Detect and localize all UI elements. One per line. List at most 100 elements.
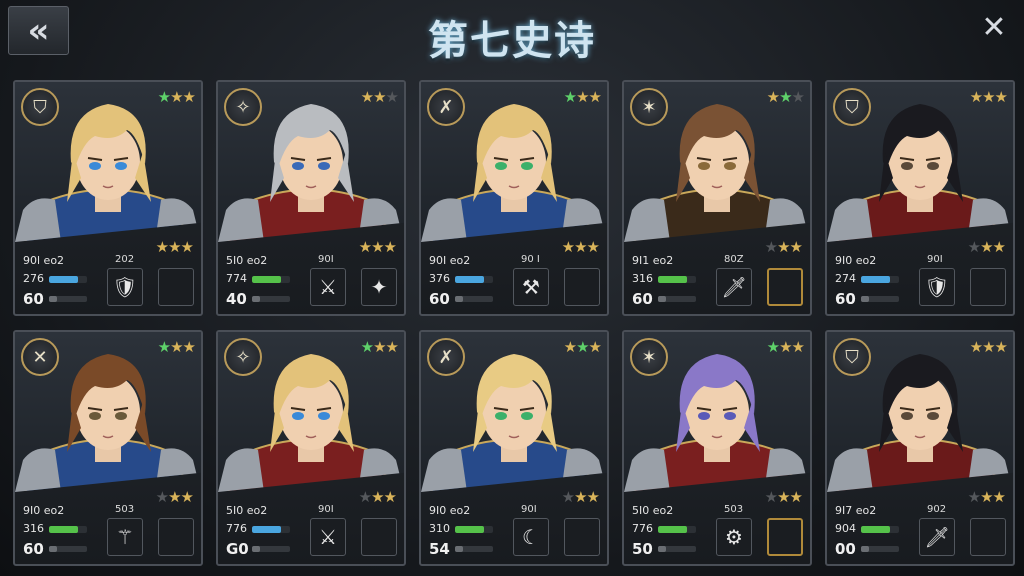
awaken-stars: ★★★ [155, 488, 194, 506]
rarity-stars: ★★★ [158, 338, 196, 356]
star-icon: ★ [155, 238, 169, 256]
equipment-slot[interactable]: ⚚ [107, 518, 143, 556]
hero-card[interactable]: ✗ ★★★ ★★★ 90I eo2 376 60 90 I ⚒ [419, 80, 609, 316]
star-icon: ★ [155, 488, 169, 506]
shield-icon: ⛉ [833, 338, 871, 376]
star-icon: ★ [373, 338, 386, 356]
star-icon: ★ [373, 88, 386, 106]
star-icon: ★ [170, 338, 183, 356]
awaken-stars: ★★★ [155, 238, 194, 256]
hero-card[interactable]: ✶ ★★★ ★★★ 9I1 eo2 316 60 80Z 🗡 [622, 80, 812, 316]
star-icon: ★ [764, 488, 778, 506]
hp-value: 776 [226, 522, 247, 535]
equipment-slot[interactable] [970, 268, 1006, 306]
hero-grid: ⛉ ★★★ ★★★ 90l eo2 276 60 202 🛡 ✧ ★★★ ★★★… [13, 80, 1015, 566]
item-label: 90 I [521, 254, 540, 265]
equipment-slot[interactable]: ✦ [361, 268, 397, 306]
equipment-slot[interactable] [970, 518, 1006, 556]
red-shield-icon: 🛡 [924, 275, 950, 299]
item-label: 90I [318, 504, 334, 515]
equipment-slot[interactable] [361, 518, 397, 556]
hero-card[interactable]: ⛉ ★★★ ★★★ 90l eo2 276 60 202 🛡 [13, 80, 203, 316]
rarity-stars: ★★★ [563, 88, 602, 106]
star-icon: ★ [157, 88, 171, 106]
star-icon: ★ [967, 238, 981, 256]
level-bar [252, 546, 290, 552]
equipment-slot[interactable]: 🗡 [919, 518, 955, 556]
star-icon: ★ [182, 88, 196, 106]
hero-card[interactable]: ✶ ★★★ ★★★ 5I0 eo2 776 50 503 ⚙ [622, 330, 812, 566]
level-bar [252, 296, 290, 302]
star-icon: ★ [180, 488, 194, 506]
hero-level: 60 [632, 290, 653, 308]
round-shield-icon: ⚙ [725, 525, 743, 549]
hp-value: 274 [835, 272, 856, 285]
equipment-slot[interactable]: 🗡 [716, 268, 752, 306]
equipment-slot[interactable]: ⚔ [310, 518, 346, 556]
awaken-stars: ★★★ [561, 238, 600, 256]
stat-label: 9I0 eo2 [429, 504, 471, 517]
rarity-stars: ★★★ [970, 88, 1008, 106]
equipment-slot[interactable]: 🛡 [919, 268, 955, 306]
close-button[interactable]: ✕ [978, 10, 1010, 46]
stat-label: 90I eo2 [429, 254, 471, 267]
hero-level: 60 [429, 290, 450, 308]
hero-card[interactable]: ✧ ★★★ ★★★ 5I0 eo2 774 40 90I ⚔ ✦ [216, 80, 406, 316]
equipment-slot[interactable]: 🛡 [107, 268, 143, 306]
star-icon: ★ [180, 238, 194, 256]
stat-label: 9I7 eo2 [835, 504, 877, 517]
equipment-slot[interactable] [158, 518, 194, 556]
crossed-swords-icon: ✗ [427, 88, 465, 126]
rarity-stars: ★★★ [767, 338, 805, 356]
star-icon: ★ [777, 488, 790, 506]
star-icon: ★ [383, 488, 397, 506]
star-icon: ★ [561, 238, 575, 256]
star-icon: ★ [791, 88, 805, 106]
star-icon: ★ [586, 238, 600, 256]
equipment-slot[interactable] [158, 268, 194, 306]
star-icon: ★ [563, 338, 577, 356]
equipment-slot[interactable] [564, 268, 600, 306]
star-icon: ★ [574, 238, 587, 256]
hero-level: 00 [835, 540, 856, 558]
hp-bar [455, 526, 493, 533]
equipment-slot[interactable]: ⚒ [513, 268, 549, 306]
hp-value: 904 [835, 522, 856, 535]
level-bar [455, 296, 493, 302]
hero-card[interactable]: ✕ ★★★ ★★★ 9I0 eo2 316 60 503 ⚚ [13, 330, 203, 566]
star-icon: ★ [766, 88, 780, 106]
close-icon: ✕ [981, 10, 1007, 45]
star-icon: ★ [588, 338, 602, 356]
hp-value: 376 [429, 272, 450, 285]
equipment-slot[interactable]: ⚔ [310, 268, 346, 306]
hero-card[interactable]: ⛉ ★★★ ★★★ 9I0 eo2 274 60 90I 🛡 [825, 80, 1015, 316]
hero-level: G0 [226, 540, 249, 558]
star-icon: ★ [994, 338, 1008, 356]
star-icon: ★ [982, 338, 995, 356]
hero-card[interactable]: ✗ ★★★ ★★★ 9I0 eo2 310 54 90I ☾ [419, 330, 609, 566]
hp-value: 316 [23, 522, 44, 535]
awaken-stars: ★★★ [359, 238, 397, 256]
equipment-slot[interactable] [767, 518, 803, 556]
star-icon: ★ [992, 488, 1006, 506]
star-icon: ★ [371, 238, 384, 256]
item-label: 202 [115, 254, 135, 265]
hp-bar [49, 276, 87, 283]
shield-icon: ⛉ [21, 88, 59, 126]
hero-card[interactable]: ✧ ★★★ ★★★ 5I0 eo2 776 G0 90I ⚔ [216, 330, 406, 566]
equipment-slot[interactable] [564, 518, 600, 556]
stat-label: 9I0 eo2 [835, 254, 877, 267]
star-icon: ★ [358, 488, 372, 506]
equipment-slot[interactable]: ⚙ [716, 518, 752, 556]
rarity-stars: ★★★ [157, 88, 196, 106]
star-icon: ★ [563, 88, 577, 106]
star-icon: ★ [360, 88, 374, 106]
equipment-slot[interactable]: ☾ [513, 518, 549, 556]
hp-value: 774 [226, 272, 247, 285]
item-label: 503 [115, 504, 135, 515]
hero-card[interactable]: ⛉ ★★★ ★★★ 9I7 eo2 904 00 902 🗡 [825, 330, 1015, 566]
star-icon: ★ [561, 488, 575, 506]
star-icon: ★ [383, 238, 397, 256]
star-icon: ★ [980, 238, 993, 256]
equipment-slot[interactable] [767, 268, 803, 306]
